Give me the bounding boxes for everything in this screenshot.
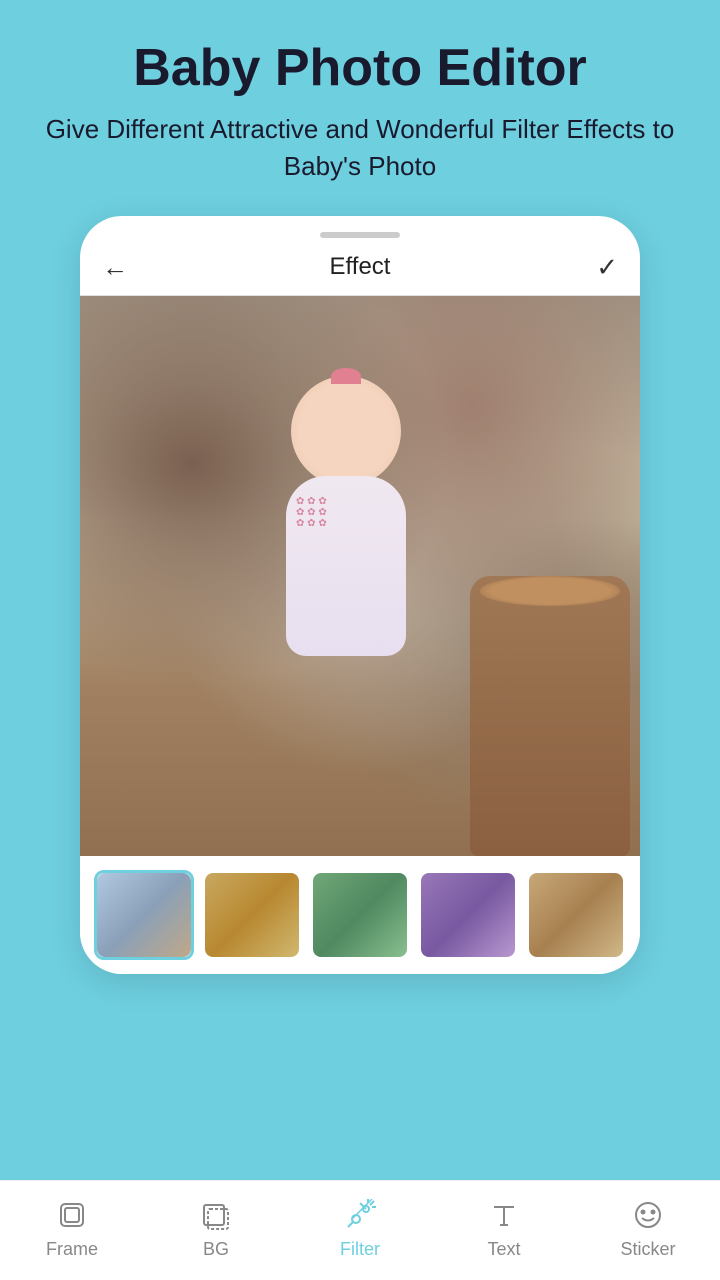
photo-area xyxy=(80,296,640,856)
filter-sepia-preview xyxy=(529,873,623,957)
filter-warm-preview xyxy=(205,873,299,957)
frame-label: Frame xyxy=(46,1239,98,1260)
nav-item-text[interactable]: Text xyxy=(439,1197,569,1260)
phone-notch xyxy=(320,232,400,238)
back-button[interactable]: ← xyxy=(102,252,138,283)
filter-thumb-green[interactable] xyxy=(310,870,410,960)
bg-label: BG xyxy=(203,1239,229,1260)
phone-mockup: ← Effect ✓ xyxy=(80,216,640,974)
filter-green-preview xyxy=(313,873,407,957)
filter-thumb-sepia[interactable] xyxy=(526,870,626,960)
baby-bow xyxy=(331,368,361,384)
app-title: Baby Photo Editor xyxy=(133,40,587,97)
screen-title: Effect xyxy=(330,253,391,281)
sticker-icon xyxy=(630,1197,666,1233)
filter-thumb-purple[interactable] xyxy=(418,870,518,960)
filter-thumb-warm[interactable] xyxy=(202,870,302,960)
frame-icon xyxy=(54,1197,90,1233)
baby-body xyxy=(286,476,406,656)
nav-item-frame[interactable]: Frame xyxy=(7,1197,137,1260)
filter-normal-preview xyxy=(97,873,191,957)
bottom-nav: Frame BG Filter xyxy=(0,1180,720,1280)
text-icon xyxy=(486,1197,522,1233)
text-label: Text xyxy=(487,1239,520,1260)
filter-thumb-normal[interactable] xyxy=(94,870,194,960)
baby-head xyxy=(291,376,401,486)
nav-item-sticker[interactable]: Sticker xyxy=(583,1197,713,1260)
bg-icon xyxy=(198,1197,234,1233)
confirm-button[interactable]: ✓ xyxy=(582,252,618,283)
sticker-label: Sticker xyxy=(620,1239,675,1260)
filter-strip xyxy=(80,856,640,974)
nav-item-filter[interactable]: Filter xyxy=(295,1197,425,1260)
filter-label: Filter xyxy=(340,1239,380,1260)
filter-purple-preview xyxy=(421,873,515,957)
effect-header: ← Effect ✓ xyxy=(80,252,640,296)
baby-figure xyxy=(206,376,486,796)
log-stump xyxy=(470,576,630,856)
filter-icon xyxy=(342,1197,378,1233)
nav-item-bg[interactable]: BG xyxy=(151,1197,281,1260)
app-subtitle: Give Different Attractive and Wonderful … xyxy=(0,111,720,184)
